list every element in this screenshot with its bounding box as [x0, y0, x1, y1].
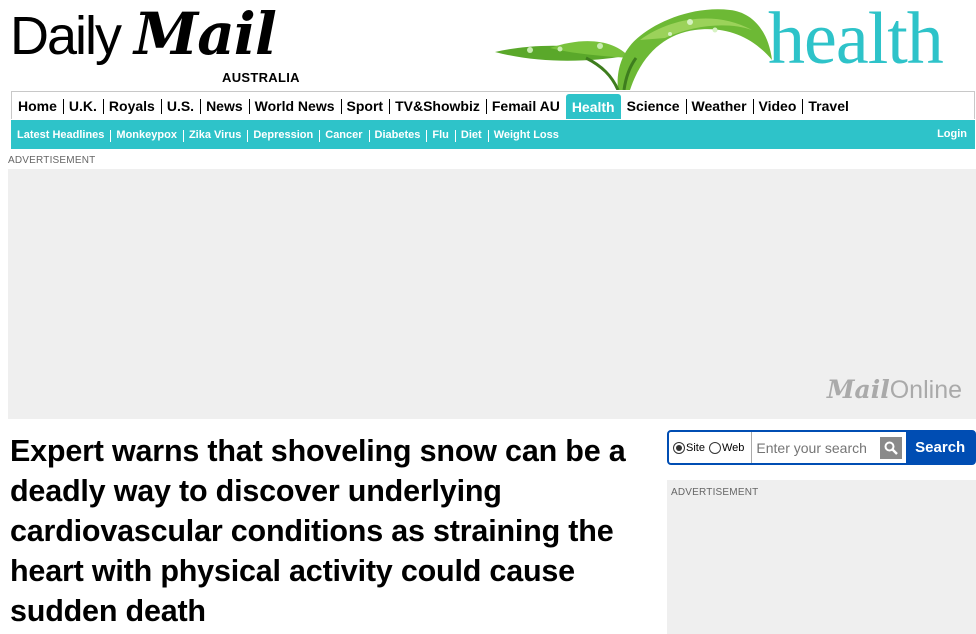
section-title-health[interactable]: health	[768, 0, 944, 82]
nav-video[interactable]: Video	[752, 92, 803, 119]
mailonline-logo-online: Online	[889, 376, 962, 404]
search-web-label[interactable]: Web	[722, 442, 744, 454]
nav-home[interactable]: Home	[12, 92, 63, 119]
subnav-diet[interactable]: Diet	[454, 129, 488, 142]
masthead: Daily Mail AUSTRALIA health	[0, 0, 976, 90]
nav-science[interactable]: Science	[621, 92, 686, 119]
mailonline-logo-mail: Mail	[826, 375, 890, 404]
nav-femail-au[interactable]: Femail AU	[485, 92, 566, 119]
nav-uk[interactable]: U.K.	[62, 92, 103, 119]
subnav-weight-loss[interactable]: Weight Loss	[487, 129, 565, 142]
side-advertisement[interactable]: ADVERTISEMENT	[667, 480, 976, 634]
logo-daily-text: Daily	[10, 6, 122, 66]
nav-royals[interactable]: Royals	[102, 92, 161, 119]
subnav-cancer[interactable]: Cancer	[319, 129, 368, 142]
search-button[interactable]: Search	[906, 432, 974, 463]
nav-health[interactable]: Health	[565, 94, 621, 119]
secondary-nav: Latest Headlines Monkeypox Zika Virus De…	[11, 120, 975, 149]
login-link[interactable]: Login	[937, 128, 967, 140]
primary-nav: Home U.K. Royals U.S. News World News Sp…	[11, 91, 975, 119]
subnav-diabetes[interactable]: Diabetes	[368, 129, 427, 142]
subnav-depression[interactable]: Depression	[247, 129, 319, 142]
advertisement-label: ADVERTISEMENT	[8, 155, 96, 166]
leaf-decoration-icon	[495, 9, 772, 90]
search-input[interactable]	[752, 432, 881, 463]
search-box: Site Web Search	[667, 430, 976, 465]
nav-weather[interactable]: Weather	[685, 92, 753, 119]
nav-world-news[interactable]: World News	[248, 92, 341, 119]
search-site-label[interactable]: Site	[686, 442, 705, 454]
subnav-zika-virus[interactable]: Zika Virus	[182, 129, 247, 142]
logo-mail-text: Mail	[134, 0, 277, 68]
article-headline: Expert warns that shoveling snow can be …	[10, 434, 626, 628]
advertisement-banner[interactable]: Mail Online	[8, 169, 976, 419]
search-icon[interactable]	[880, 436, 903, 459]
search-site-radio[interactable]	[673, 441, 685, 454]
search-scope-group: Site Web	[669, 432, 753, 463]
nav-travel[interactable]: Travel	[802, 92, 854, 119]
side-advertisement-label: ADVERTISEMENT	[671, 487, 759, 498]
subnav-latest-headlines[interactable]: Latest Headlines	[11, 129, 110, 141]
nav-news[interactable]: News	[200, 92, 249, 119]
mailonline-logo: Mail Online	[827, 375, 962, 405]
subnav-flu[interactable]: Flu	[426, 129, 455, 142]
nav-sport[interactable]: Sport	[340, 92, 390, 119]
nav-us[interactable]: U.S.	[160, 92, 200, 119]
nav-tv-showbiz[interactable]: TV&Showbiz	[389, 92, 486, 119]
search-web-radio[interactable]	[708, 441, 721, 454]
edition-label: AUSTRALIA	[222, 70, 300, 85]
subnav-monkeypox[interactable]: Monkeypox	[110, 129, 183, 142]
